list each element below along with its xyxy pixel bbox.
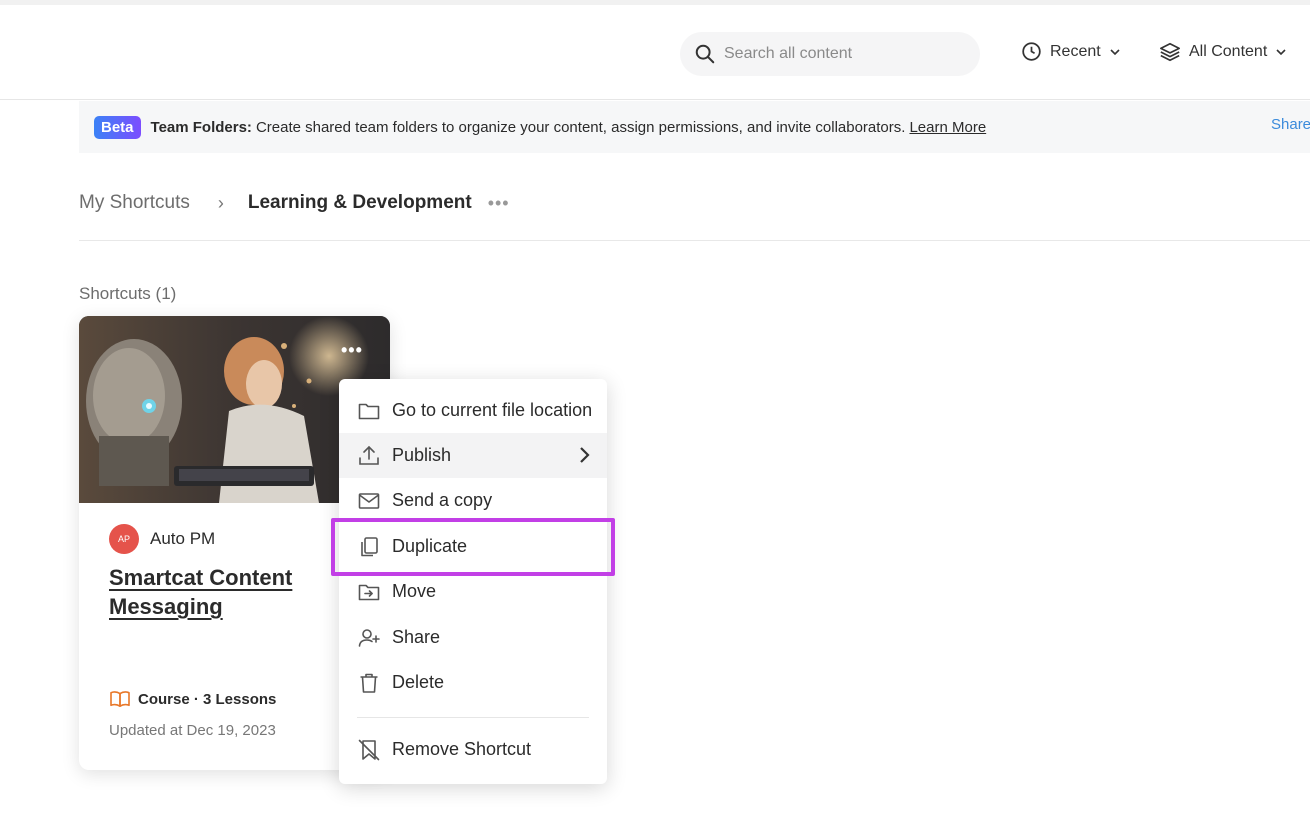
chevron-down-icon [1276, 49, 1286, 56]
menu-item-remove-shortcut[interactable]: Remove Shortcut [339, 727, 607, 772]
menu-divider [357, 717, 589, 718]
remove-bookmark-icon [358, 739, 380, 761]
menu-item-label: Go to current file location [392, 400, 593, 420]
card-title[interactable]: Smartcat Content Messaging [109, 563, 329, 621]
menu-item-duplicate[interactable]: Duplicate [339, 524, 607, 569]
breadcrumb-my-shortcuts[interactable]: My Shortcuts [79, 192, 190, 214]
banner-share-link[interactable]: Share [1271, 116, 1310, 133]
mail-icon [358, 493, 380, 509]
menu-item-go-to-location[interactable]: Go to current file location [339, 388, 607, 433]
trash-icon [360, 673, 378, 693]
breadcrumb-more-button[interactable]: ••• [488, 193, 510, 214]
clock-icon [1022, 42, 1041, 61]
team-folders-banner: Beta Team Folders: Create shared team fo… [79, 101, 1310, 153]
menu-item-label: Duplicate [392, 536, 468, 556]
recent-dropdown[interactable]: Recent [1021, 41, 1121, 62]
menu-item-label: Publish [392, 445, 452, 465]
banner-title: Team Folders: [150, 118, 252, 136]
add-user-icon [358, 629, 380, 647]
copy-icon [361, 537, 378, 557]
card-more-button[interactable]: ••• [341, 340, 363, 361]
menu-item-publish[interactable]: Publish [339, 433, 607, 478]
menu-item-send-copy[interactable]: Send a copy [339, 478, 607, 523]
top-bar: Recent All Content [0, 0, 1310, 100]
layers-icon [1160, 42, 1180, 62]
breadcrumb-current: Learning & Development [247, 192, 472, 213]
card-updated: Updated at Dec 19, 2023 [109, 722, 276, 739]
menu-item-label: Delete [392, 672, 445, 692]
breadcrumb-separator: › [217, 192, 224, 213]
chevron-down-icon [1110, 48, 1120, 55]
card-author: AP Auto PM [109, 524, 215, 554]
upload-icon [359, 445, 379, 465]
learn-more-link[interactable]: Learn More [909, 119, 986, 136]
menu-item-label: Send a copy [392, 490, 493, 510]
book-icon [110, 691, 130, 708]
move-folder-icon [358, 584, 380, 601]
all-content-label: All Content [1189, 43, 1268, 60]
beta-badge: Beta [94, 115, 141, 139]
menu-item-label: Share [392, 627, 441, 647]
recent-label: Recent [1050, 42, 1101, 60]
divider [79, 240, 1310, 241]
folder-icon [358, 403, 380, 420]
card-meta: Course · 3 Lessons [109, 690, 276, 708]
shortcuts-section-title: Shortcuts (1) [79, 284, 177, 303]
avatar: AP [109, 524, 139, 554]
search-box[interactable] [680, 32, 980, 76]
menu-item-delete[interactable]: Delete [339, 660, 607, 705]
search-input[interactable] [724, 45, 964, 63]
menu-item-label: Remove Shortcut [392, 739, 532, 759]
author-name: Auto PM [150, 529, 216, 548]
search-icon [695, 44, 715, 64]
menu-item-share[interactable]: Share [339, 615, 607, 660]
breadcrumb: My Shortcuts › Learning & Development ••… [79, 192, 510, 214]
menu-item-move[interactable]: Move [339, 569, 607, 614]
chevron-right-icon [580, 447, 590, 463]
card-type-label: Course · 3 Lessons [138, 690, 277, 708]
context-menu: Go to current file location Publish Send… [339, 379, 607, 784]
banner-text: Create shared team folders to organize y… [255, 118, 906, 136]
all-content-dropdown[interactable]: All Content [1159, 41, 1287, 63]
menu-item-label: Move [392, 581, 437, 601]
